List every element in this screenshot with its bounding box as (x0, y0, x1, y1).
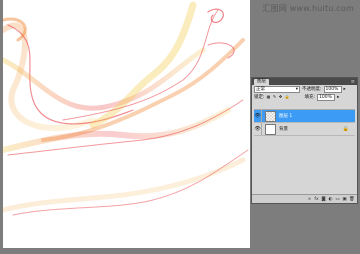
layer-thumbnail (265, 110, 276, 122)
document-canvas[interactable] (3, 0, 250, 248)
link-icon[interactable]: ∞ (307, 197, 312, 202)
lock-paint-icon[interactable]: ✎ (273, 95, 277, 99)
layers-panel: 图层 ≡ 正常 ▾ 不透明度: 100% ▸ 锁定: ▦ ✎ ✥ 🔒 填充: 1… (251, 77, 358, 204)
lock-fill-row: 锁定: ▦ ✎ ✥ 🔒 填充: 100% ▸ (252, 93, 357, 101)
lock-icon: 🔒 (342, 126, 349, 132)
lock-transparency-icon[interactable]: ▦ (267, 95, 271, 99)
layers-list: 👁 图层 1 👁 背景 🔒 (254, 109, 355, 190)
fx-icon[interactable]: fx (314, 197, 319, 202)
watermark-text: 汇图网 www.huitu.com (262, 4, 354, 13)
layer-row-layer1[interactable]: 👁 图层 1 (254, 110, 355, 123)
layer-name: 背景 (279, 127, 288, 132)
opacity-input[interactable]: 100% (323, 85, 342, 93)
lock-move-icon[interactable]: ✥ (279, 95, 283, 99)
tab-layers[interactable]: 图层 (254, 79, 269, 85)
panel-menu-icon[interactable]: ≡ (351, 79, 355, 85)
opacity-label: 不透明度: (302, 87, 322, 92)
fill-input[interactable]: 100% (317, 93, 336, 101)
chevron-down-icon: ▾ (295, 86, 298, 92)
trash-icon[interactable]: 🗑 (349, 197, 355, 202)
fill-label: 填充: (304, 95, 316, 100)
layer-thumbnail (265, 123, 276, 135)
panel-footer: ∞ fx ◙ ◐ ▭ ▣ 🗑 (252, 194, 357, 203)
adjustment-icon[interactable]: ◐ (328, 197, 333, 202)
blend-mode-select[interactable]: 正常 ▾ (254, 85, 300, 93)
lock-label: 锁定: (254, 95, 265, 100)
new-layer-icon[interactable]: ▣ (342, 197, 347, 202)
fill-slider-icon[interactable]: ▸ (337, 95, 339, 100)
blend-opacity-row: 正常 ▾ 不透明度: 100% ▸ (252, 85, 357, 93)
smoke-artwork (3, 1, 249, 216)
panel-title-bar: 图层 ≡ (252, 78, 357, 85)
lock-all-icon[interactable]: 🔒 (285, 95, 290, 99)
visibility-eye-icon[interactable]: 👁 (254, 123, 262, 135)
layer-row-background[interactable]: 👁 背景 🔒 (254, 123, 355, 136)
layer-name: 图层 1 (279, 114, 293, 119)
blend-mode-value: 正常 (256, 86, 265, 92)
fill-value: 100% (319, 94, 332, 100)
mask-icon[interactable]: ◙ (321, 197, 326, 202)
visibility-eye-icon[interactable]: 👁 (254, 110, 262, 122)
opacity-slider-icon[interactable]: ▸ (344, 87, 346, 92)
group-icon[interactable]: ▭ (335, 197, 340, 202)
opacity-value: 100% (325, 86, 339, 92)
